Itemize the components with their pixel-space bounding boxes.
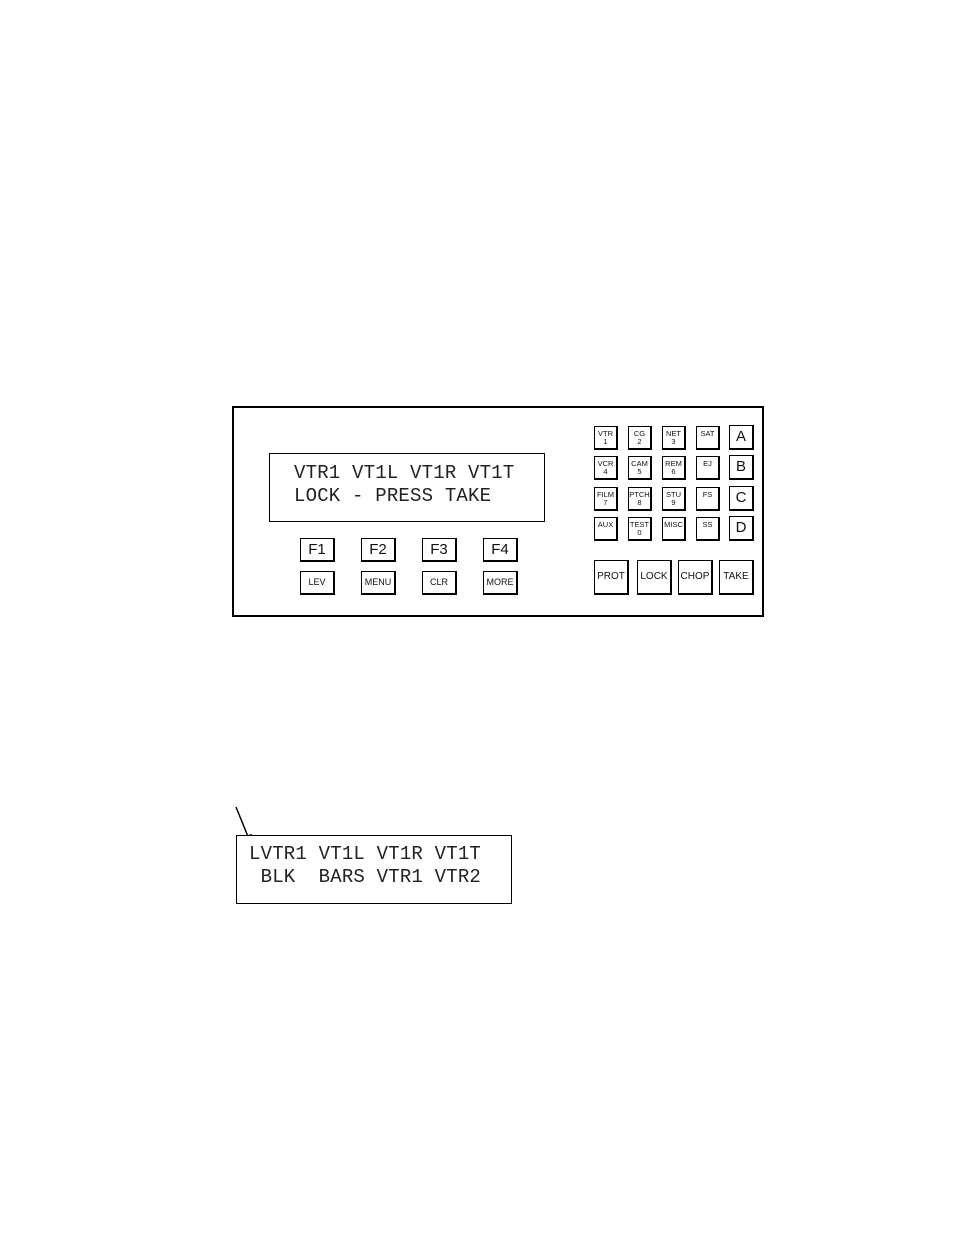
key-number: 9: [671, 498, 676, 507]
lcd-line-2: LOCK - PRESS TAKE: [294, 485, 492, 507]
take-button[interactable]: TAKE: [719, 560, 754, 595]
lcd-line-2: BLK BARS VTR1 VTR2: [249, 866, 482, 888]
source-key-aux[interactable]: AUX: [594, 517, 618, 541]
bus-a-button[interactable]: A: [729, 425, 754, 450]
source-key-ss[interactable]: SS: [696, 517, 720, 541]
key-label: SS: [702, 520, 713, 529]
menu-button[interactable]: MENU: [361, 571, 396, 595]
source-key-fs[interactable]: FS: [696, 487, 720, 511]
more-button[interactable]: MORE: [483, 571, 518, 595]
key-number: 0: [637, 528, 642, 537]
lev-button[interactable]: LEV: [300, 571, 335, 595]
lock-button[interactable]: LOCK: [637, 560, 672, 595]
lcd-line-1: LVTR1 VT1L VT1R VT1T: [249, 843, 482, 865]
source-key-rem[interactable]: REM 6: [662, 456, 686, 480]
source-key-cg[interactable]: CG 2: [628, 426, 652, 450]
key-number: 4: [603, 467, 608, 476]
source-key-sat[interactable]: SAT: [696, 426, 720, 450]
f2-button[interactable]: F2: [361, 538, 396, 562]
source-key-cam[interactable]: CAM 5: [628, 456, 652, 480]
bus-b-button[interactable]: B: [729, 455, 754, 480]
key-number: 8: [637, 498, 642, 507]
key-number: 2: [637, 437, 642, 446]
source-key-net[interactable]: NET 3: [662, 426, 686, 450]
key-number: 3: [671, 437, 676, 446]
source-key-vcr[interactable]: VCR 4: [594, 456, 618, 480]
key-number: 5: [637, 467, 642, 476]
source-key-ej[interactable]: EJ: [696, 456, 720, 480]
bus-c-button[interactable]: C: [729, 486, 754, 511]
f1-button[interactable]: F1: [300, 538, 335, 562]
source-key-film[interactable]: FILM 7: [594, 487, 618, 511]
source-key-stu[interactable]: STU 9: [662, 487, 686, 511]
source-key-ptch[interactable]: PTCH 8: [628, 487, 652, 511]
f3-button[interactable]: F3: [422, 538, 457, 562]
key-number: 7: [603, 498, 608, 507]
lcd-display: VTR1 VT1L VT1R VT1T LOCK - PRESS TAKE: [269, 453, 545, 522]
source-key-vtr[interactable]: VTR 1: [594, 426, 618, 450]
key-label: SAT: [700, 429, 715, 438]
chop-button[interactable]: CHOP: [678, 560, 713, 595]
source-key-misc[interactable]: MISC: [662, 517, 686, 541]
source-key-test[interactable]: TEST 0: [628, 517, 652, 541]
key-label: FS: [702, 490, 713, 499]
key-label: EJ: [703, 459, 712, 468]
key-number: 1: [603, 437, 608, 446]
bus-d-button[interactable]: D: [729, 516, 754, 541]
lcd-display-example: LVTR1 VT1L VT1R VT1T BLK BARS VTR1 VTR2: [236, 835, 512, 904]
key-number: 6: [671, 467, 676, 476]
lcd-line-1: VTR1 VT1L VT1R VT1T: [294, 462, 515, 484]
prot-button[interactable]: PROT: [594, 560, 629, 595]
f4-button[interactable]: F4: [483, 538, 518, 562]
clr-button[interactable]: CLR: [422, 571, 457, 595]
key-label: AUX: [597, 520, 614, 529]
key-label: MISC: [664, 520, 683, 529]
